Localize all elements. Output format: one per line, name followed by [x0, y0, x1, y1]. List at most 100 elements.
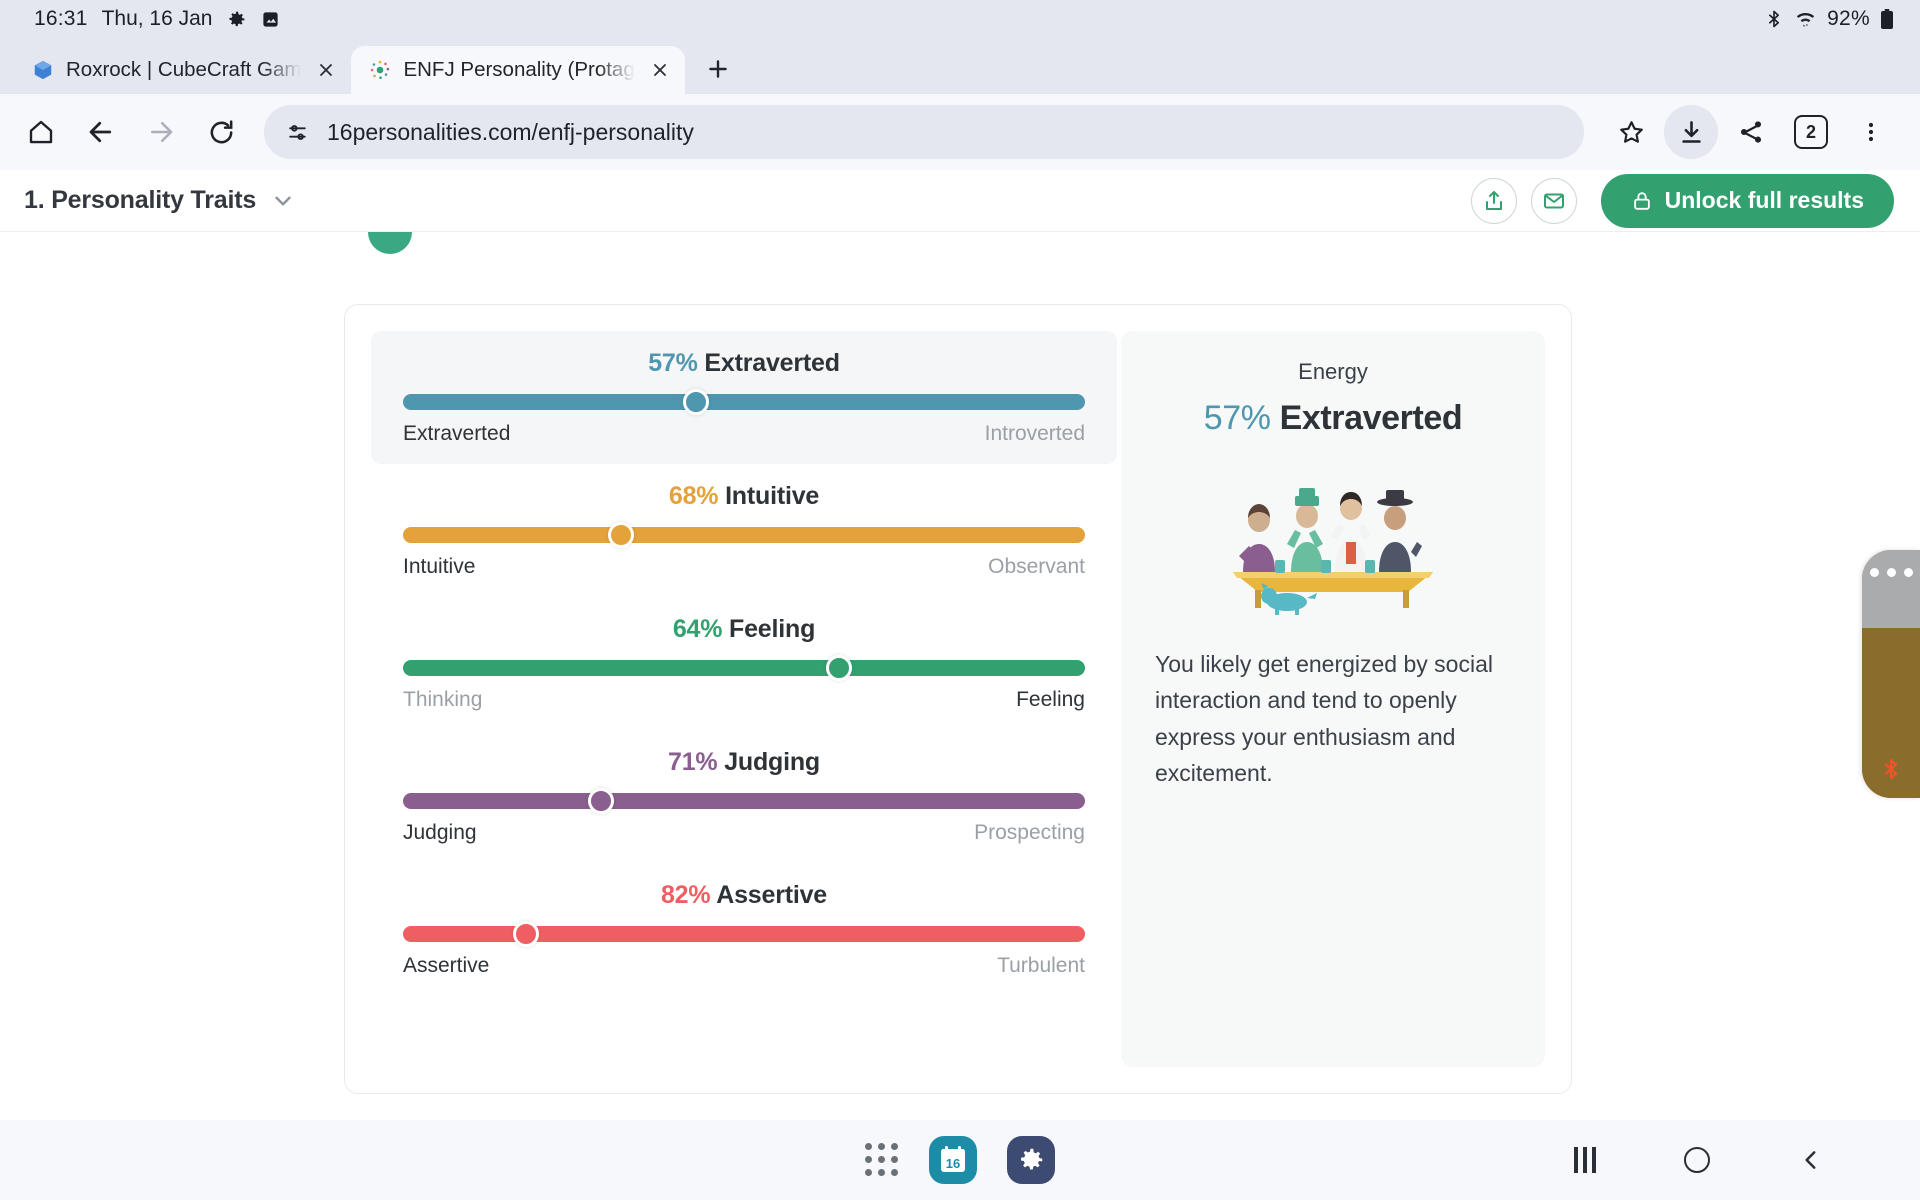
email-results-button[interactable]: [1530, 177, 1577, 224]
page-section-header: 1. Personality Traits Unlock full result…: [0, 170, 1920, 232]
star-icon[interactable]: [1604, 105, 1658, 159]
dotted-circle-icon: [371, 60, 390, 79]
trait-judging-percent: 71%: [668, 748, 718, 776]
trait-judging-knob[interactable]: [587, 788, 614, 814]
trait-feeling-right-label: Feeling: [1016, 688, 1085, 711]
trait-assertive-percent: 82%: [660, 881, 711, 909]
calendar-app-icon[interactable]: 16: [929, 1136, 977, 1184]
trait-extraverted-name: Extraverted: [704, 349, 840, 377]
url-text: 16personalities.com/enfj-personality: [327, 118, 694, 145]
tab-count-label: 2: [1794, 115, 1828, 149]
status-time: 16:31: [34, 7, 88, 30]
new-tab-button[interactable]: [695, 46, 741, 92]
gear-icon: [226, 9, 247, 30]
trait-row-intuitive[interactable]: 68% Intuitive Intuitive Observant: [371, 464, 1117, 597]
calendar-glyph: 16: [941, 1146, 965, 1172]
energy-value: 57% Extraverted: [1204, 399, 1463, 438]
trait-intuitive-heading: 68% Intuitive: [403, 482, 1085, 511]
energy-percent: 57%: [1203, 399, 1271, 437]
trait-intuitive-knob[interactable]: [608, 522, 635, 548]
edge-panel-handle[interactable]: [1862, 550, 1920, 798]
recents-icon[interactable]: [1574, 1147, 1596, 1173]
edge-handle-grip[interactable]: [1862, 550, 1920, 628]
trait-feeling-heading: 64% Feeling: [403, 615, 1085, 644]
trait-feeling-knob[interactable]: [826, 655, 853, 681]
energy-label: Energy: [1298, 359, 1368, 384]
download-icon[interactable]: [1664, 105, 1718, 159]
trait-assertive-heading: 82% Assertive: [403, 881, 1085, 910]
tab-2-close-icon[interactable]: [647, 57, 673, 83]
bluetooth-icon: [1884, 758, 1898, 780]
trait-row-extraverted[interactable]: 57% Extraverted Extraverted Introverted: [371, 331, 1117, 464]
forward-arrow-icon: [134, 105, 188, 159]
settings-app-icon[interactable]: [1007, 1136, 1055, 1184]
three-dot-menu-icon[interactable]: [1844, 105, 1898, 159]
trait-row-judging[interactable]: 71% Judging Judging Prospecting: [371, 730, 1117, 863]
trait-extraverted-heading: 57% Extraverted: [403, 349, 1085, 378]
trait-judging-name: Judging: [724, 748, 820, 776]
energy-description: You likely get energized by social inter…: [1155, 651, 1493, 786]
status-bar: 16:31 Thu, 16 Jan 92%: [0, 0, 1920, 38]
trait-bars-list: 57% Extraverted Extraverted Introverted: [371, 331, 1117, 1067]
trait-intuitive-left-label: Intuitive: [403, 555, 476, 578]
unlock-full-results-button[interactable]: Unlock full results: [1600, 173, 1894, 228]
trait-extraverted-endpoints: Extraverted Introverted: [403, 422, 1085, 446]
edge-dot-1: [1869, 568, 1879, 577]
wifi-icon: [1794, 8, 1817, 30]
share-icon: [1485, 190, 1502, 210]
trait-assertive-slider[interactable]: [403, 921, 1085, 947]
trait-intuitive-slider[interactable]: [403, 522, 1085, 548]
tab-strip: Roxrock | CubeCraft Gam ENFJ Personality…: [0, 38, 1920, 94]
trait-judging-left-label: Judging: [403, 821, 477, 844]
battery-icon: [1880, 8, 1894, 30]
browser-tab-2[interactable]: ENFJ Personality (Protag: [351, 46, 685, 94]
envelope-icon: [1543, 193, 1564, 208]
tab-1-title: Roxrock | CubeCraft Gam: [66, 58, 302, 81]
back-chevron-icon[interactable]: [1798, 1147, 1824, 1173]
trait-feeling-left-label: Thinking: [403, 688, 483, 711]
trait-extraverted-percent: 57%: [648, 349, 698, 377]
nav-right-group: [1574, 1147, 1920, 1173]
trait-feeling-endpoints: Thinking Feeling: [403, 688, 1085, 712]
trait-feeling-slider[interactable]: [403, 655, 1085, 681]
trait-assertive-knob[interactable]: [512, 921, 539, 947]
calendar-day-number: 16: [946, 1156, 960, 1171]
page-content: 57% Extraverted Extraverted Introverted: [0, 232, 1920, 1120]
home-circle-icon[interactable]: [1684, 1147, 1710, 1173]
tab-2-title: ENFJ Personality (Protag: [403, 58, 635, 81]
trait-feeling-bar: [403, 660, 1085, 676]
tab-1-close-icon[interactable]: [313, 57, 339, 83]
chevron-down-icon[interactable]: [270, 188, 296, 214]
trait-extraverted-knob[interactable]: [683, 389, 710, 415]
image-icon: [261, 10, 280, 29]
share-icon[interactable]: [1724, 105, 1778, 159]
back-arrow-icon[interactable]: [74, 105, 128, 159]
bluetooth-icon: [1764, 8, 1784, 30]
trait-assertive-left-label: Assertive: [403, 954, 490, 977]
trait-judging-slider[interactable]: [403, 788, 1085, 814]
browser-toolbar: 16personalities.com/enfj-personality 2: [0, 94, 1920, 170]
trait-assertive-bar: [403, 926, 1085, 942]
trait-judging-heading: 71% Judging: [403, 748, 1085, 777]
trait-intuitive-right-label: Observant: [988, 555, 1085, 578]
trait-extraverted-slider[interactable]: [403, 389, 1085, 415]
hexagon-icon: [34, 60, 52, 80]
tune-icon[interactable]: [286, 120, 311, 145]
trait-feeling-name: Feeling: [729, 615, 816, 643]
trait-assertive-endpoints: Assertive Turbulent: [403, 954, 1085, 978]
home-icon[interactable]: [14, 105, 68, 159]
edge-handle-body[interactable]: [1862, 628, 1920, 798]
trait-row-feeling[interactable]: 64% Feeling Thinking Feeling: [371, 597, 1117, 730]
energy-detail-panel: Energy 57% Extraverted You likely get en…: [1121, 331, 1545, 1067]
app-drawer-icon[interactable]: [865, 1143, 899, 1177]
address-bar[interactable]: 16personalities.com/enfj-personality: [264, 105, 1584, 159]
trait-judging-endpoints: Judging Prospecting: [403, 821, 1085, 845]
trait-row-assertive[interactable]: 82% Assertive Assertive Turbulent: [371, 863, 1117, 996]
battery-percent: 92%: [1827, 7, 1870, 30]
web-page: 1. Personality Traits Unlock full result…: [0, 170, 1920, 1120]
browser-tab-1[interactable]: Roxrock | CubeCraft Gam: [14, 46, 351, 94]
share-results-button[interactable]: [1470, 177, 1517, 224]
reload-icon[interactable]: [194, 105, 248, 159]
energy-trait-name: Extraverted: [1279, 399, 1463, 437]
tab-count-button[interactable]: 2: [1784, 105, 1838, 159]
